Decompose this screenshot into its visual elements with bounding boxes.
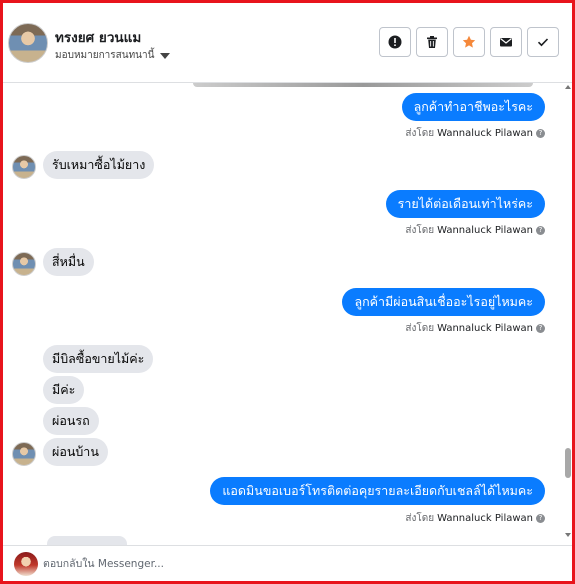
incoming-message[interactable]: รับเหมาซื้อไม้ยาง — [43, 151, 155, 179]
previous-attachment-edge — [193, 83, 533, 87]
sent-by-prefix: ส่งโดย — [405, 225, 435, 236]
sent-by-label: ส่งโดย Wannaluck Pilawan ? — [405, 126, 545, 141]
help-icon[interactable]: ? — [536, 324, 545, 333]
sent-by-agent[interactable]: Wannaluck Pilawan — [437, 128, 533, 139]
trash-icon — [427, 36, 437, 48]
reply-input[interactable] — [43, 555, 543, 573]
incoming-message[interactable]: สี่หมื่น — [43, 248, 94, 276]
help-icon[interactable]: ? — [536, 226, 545, 235]
scroll-up-arrow-icon[interactable] — [565, 85, 571, 89]
help-icon[interactable]: ? — [536, 514, 545, 523]
assign-label: มอบหมายการสนทนานี้ — [55, 50, 155, 61]
exclamation-icon — [388, 35, 402, 49]
star-icon — [462, 35, 476, 48]
outgoing-message[interactable]: ลูกค้าทำอาชีพอะไรคะ — [401, 93, 545, 121]
help-icon[interactable]: ? — [536, 129, 545, 138]
sent-by-agent[interactable]: Wannaluck Pilawan — [437, 323, 533, 334]
sent-by-prefix: ส่งโดย — [405, 128, 435, 139]
outgoing-message[interactable]: รายได้ต่อเดือนเท่าไหร่คะ — [385, 190, 545, 218]
envelope-icon — [500, 38, 512, 47]
incoming-message[interactable]: มีค่ะ — [43, 376, 85, 404]
conversation-header: ทรงยศ ยวนแม มอบหมายการสนทนานี้ — [3, 3, 572, 83]
star-button[interactable] — [453, 27, 485, 57]
sent-by-prefix: ส่งโดย — [405, 323, 435, 334]
outgoing-message[interactable]: ลูกค้ามีผ่อนสินเชื่ออะไรอยู่ไหมคะ — [342, 288, 545, 316]
delete-button[interactable] — [416, 27, 448, 57]
reply-bar — [3, 545, 572, 581]
sent-by-agent[interactable]: Wannaluck Pilawan — [437, 225, 533, 236]
contact-name[interactable]: ทรงยศ ยวนแม — [55, 26, 141, 48]
sent-by-label: ส่งโดย Wannaluck Pilawan ? — [405, 223, 545, 238]
contact-avatar[interactable] — [8, 23, 48, 63]
report-button[interactable] — [379, 27, 411, 57]
contact-avatar-small[interactable] — [12, 442, 36, 466]
sent-by-prefix: ส่งโดย — [405, 513, 435, 524]
contact-avatar-small[interactable] — [12, 155, 36, 179]
message-thread[interactable]: ลูกค้าทำอาชีพอะไรคะ ส่งโดย Wannaluck Pil… — [3, 83, 572, 545]
incoming-message[interactable]: ผ่อนรถ — [43, 407, 99, 435]
check-icon — [537, 38, 549, 47]
messenger-window: ทรงยศ ยวนแม มอบหมายการสนทนานี้ ลูกค้าทำอ… — [0, 0, 575, 584]
scroll-thumb[interactable] — [565, 448, 571, 478]
caret-down-icon — [160, 52, 171, 59]
incoming-message[interactable]: ผ่อนบ้าน — [43, 438, 108, 466]
action-toolbar — [379, 27, 559, 57]
mark-done-button[interactable] — [527, 27, 559, 57]
sent-by-label: ส่งโดย Wannaluck Pilawan ? — [405, 511, 545, 526]
page-avatar — [14, 552, 38, 576]
mark-unread-button[interactable] — [490, 27, 522, 57]
incoming-message-partial — [47, 536, 127, 545]
sent-by-label: ส่งโดย Wannaluck Pilawan ? — [405, 321, 545, 336]
sent-by-agent[interactable]: Wannaluck Pilawan — [437, 513, 533, 524]
scroll-down-arrow-icon[interactable] — [565, 533, 571, 537]
thread-scrollbar[interactable] — [564, 83, 572, 545]
incoming-message[interactable]: มีบิลซื้อขายไม้ค่ะ — [43, 345, 154, 373]
outgoing-message[interactable]: แอดมินขอเบอร์โทรติดต่อคุยรายละเอียดกับเช… — [210, 477, 545, 505]
assign-conversation-dropdown[interactable]: มอบหมายการสนทนานี้ — [55, 48, 171, 63]
contact-avatar-small[interactable] — [12, 252, 36, 276]
